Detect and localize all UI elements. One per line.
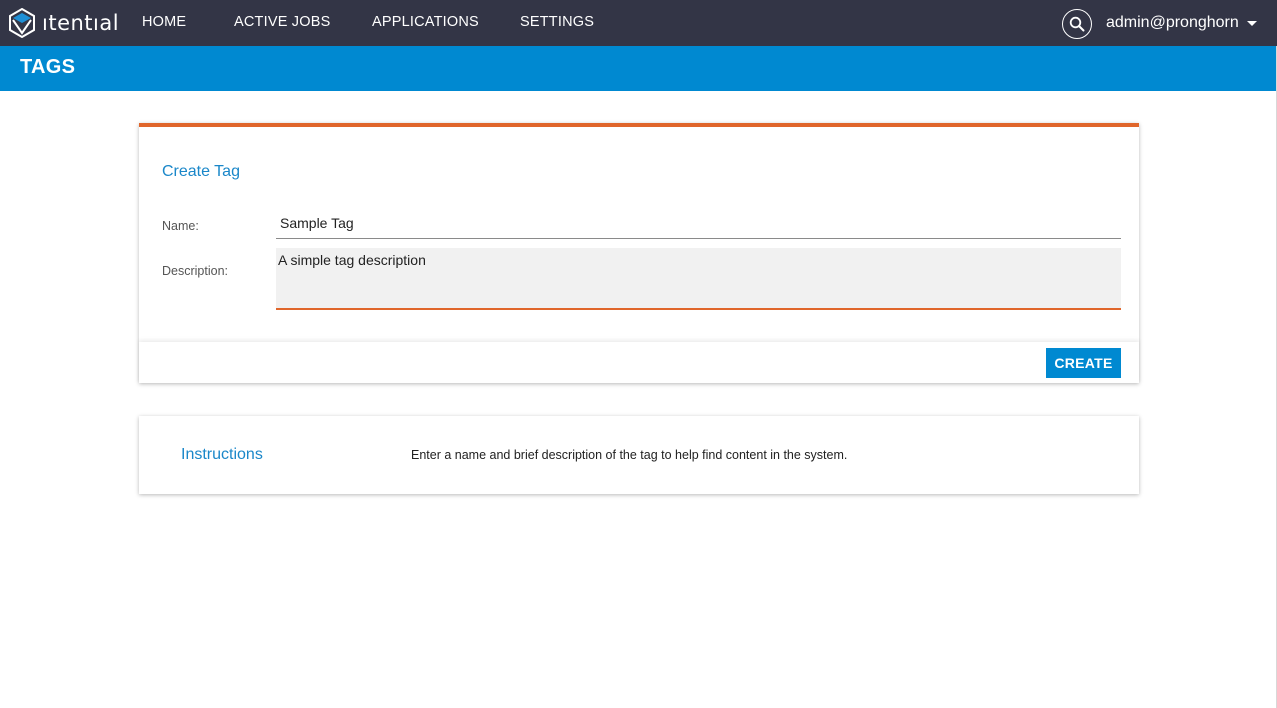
description-input[interactable]: A simple tag description xyxy=(276,248,1121,310)
page-title-bar: TAGS xyxy=(0,46,1276,91)
instructions-card: Instructions Enter a name and brief desc… xyxy=(139,416,1139,494)
itential-logo-icon xyxy=(9,8,35,38)
page-title: TAGS xyxy=(20,56,76,78)
nav-home[interactable]: HOME xyxy=(142,14,186,30)
logo-wordmark: ıtentıal xyxy=(42,11,120,35)
top-navigation-bar: ıtentıal HOME ACTIVE JOBS APPLICATIONS S… xyxy=(0,0,1277,46)
nav-settings[interactable]: SETTINGS xyxy=(520,14,594,30)
caret-down-icon xyxy=(1246,20,1257,26)
search-button[interactable] xyxy=(1062,9,1092,39)
create-tag-heading: Create Tag xyxy=(162,163,240,180)
name-label: Name: xyxy=(162,219,199,233)
search-icon xyxy=(1069,16,1085,32)
itential-logo[interactable]: ıtentıal xyxy=(8,7,119,39)
card-footer: CREATE xyxy=(139,342,1139,383)
create-button[interactable]: CREATE xyxy=(1046,348,1121,378)
user-menu[interactable]: admin@pronghorn xyxy=(1106,14,1257,32)
nav-applications[interactable]: APPLICATIONS xyxy=(372,14,479,30)
create-tag-card: Create Tag Name: Description: A simple t… xyxy=(139,123,1139,383)
user-name: admin@pronghorn xyxy=(1106,14,1239,31)
nav-active-jobs[interactable]: ACTIVE JOBS xyxy=(234,14,330,30)
description-label: Description: xyxy=(162,264,228,278)
instructions-heading: Instructions xyxy=(181,446,263,463)
instructions-text: Enter a name and brief description of th… xyxy=(411,448,848,462)
name-input[interactable] xyxy=(276,207,1121,239)
